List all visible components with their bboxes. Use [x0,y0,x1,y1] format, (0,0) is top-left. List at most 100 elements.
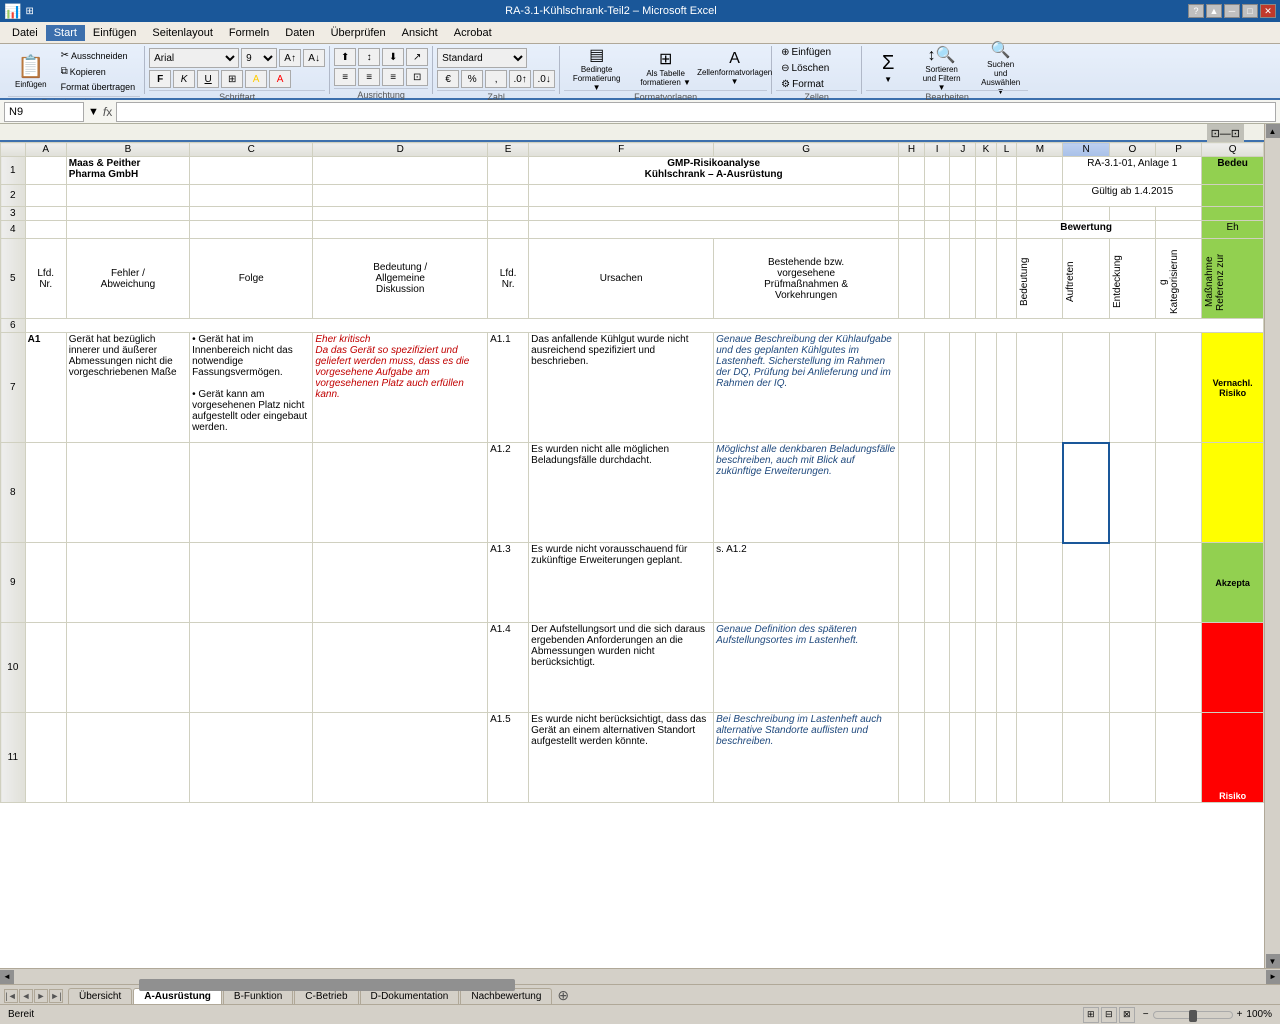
underline-button[interactable]: U [197,70,219,88]
cell-F7[interactable]: Das anfallende Kühlgut wurde nicht ausre… [529,333,714,443]
col-header-I[interactable]: I [924,143,950,157]
cell-I4[interactable] [924,221,950,239]
cell-H8[interactable] [899,443,925,543]
minimize-btn[interactable]: ─ [1224,4,1240,18]
decrease-font-btn[interactable]: A↓ [303,49,325,67]
cell-O9[interactable] [1109,543,1155,623]
cell-L7[interactable] [996,333,1017,443]
cell-Q11[interactable]: Risiko [1202,713,1264,803]
align-bottom-btn[interactable]: ⬇ [382,48,404,66]
cell-C4[interactable] [190,221,313,239]
row-header-4[interactable]: 4 [1,221,26,239]
cell-G5[interactable]: Bestehende bzw.vorgesehenePrüfmaßnahmen … [714,239,899,319]
italic-button[interactable]: K [173,70,195,88]
col-header-E[interactable]: E [488,143,529,157]
tab-nav-first[interactable]: |◄ [4,989,18,1003]
percent-btn[interactable]: % [461,70,483,88]
zoom-out-btn[interactable]: − [1143,1009,1149,1020]
sort-filter-button[interactable]: ↕🔍 Sortierenund Filtern ▼ [914,42,969,95]
cell-N1[interactable]: RA-3.1-01, Anlage 1 [1063,157,1202,185]
row-header-2[interactable]: 2 [1,185,26,207]
cell-Q1[interactable]: Bedeu [1202,157,1264,185]
cell-I2[interactable] [924,185,950,207]
cell-N9[interactable] [1063,543,1109,623]
cell-H7[interactable] [899,333,925,443]
col-header-M[interactable]: M [1017,143,1063,157]
cell-C9[interactable] [190,543,313,623]
cell-D5[interactable]: Bedeutung /AllgemeineDiskussion [313,239,488,319]
font-size-select[interactable]: 9 [241,48,277,68]
cell-M2[interactable] [1017,185,1063,207]
row-header-5[interactable]: 5 [1,239,26,319]
font-color-button[interactable]: A [269,70,291,88]
cut-button[interactable]: ✂ Ausschneiden [56,48,141,63]
cell-P9[interactable] [1155,543,1201,623]
merge-btn[interactable]: ⊡ [406,68,428,86]
scroll-left-btn[interactable]: ◄ [0,970,14,984]
cell-F2[interactable] [529,185,899,207]
font-select[interactable]: Arial [149,48,239,68]
cell-G9[interactable]: s. A1.2 [714,543,899,623]
cell-Q8[interactable] [1202,443,1264,543]
align-top-btn[interactable]: ⬆ [334,48,356,66]
cell-N7[interactable] [1063,333,1109,443]
cell-K10[interactable] [976,623,997,713]
cell-N5[interactable]: Auftreten [1063,239,1109,319]
cell-styles-button[interactable]: A Zellenformatvorlagen ▼ [702,47,767,89]
increase-font-btn[interactable]: A↑ [279,49,301,67]
col-header-N[interactable]: N [1063,143,1109,157]
cell-K5[interactable] [976,239,997,319]
cell-C10[interactable] [190,623,313,713]
cell-G11[interactable]: Bei Beschreibung im Lastenheft auch alte… [714,713,899,803]
sheet-tab-uebersicht[interactable]: Übersicht [68,988,132,1004]
col-header-G[interactable]: G [714,143,899,157]
cell-K11[interactable] [976,713,997,803]
cell-E3[interactable] [488,207,529,221]
cell-A11[interactable] [25,713,66,803]
cell-K7[interactable] [976,333,997,443]
cell-Q2[interactable] [1202,185,1264,207]
cell-M5[interactable]: Bedeutung [1017,239,1063,319]
decrease-decimal-btn[interactable]: .0↓ [533,70,555,88]
col-header-L[interactable]: L [996,143,1017,157]
col-header-Q[interactable]: Q [1202,143,1264,157]
restore-btn[interactable]: □ [1242,4,1258,18]
cell-E5[interactable]: Lfd.Nr. [488,239,529,319]
cell-D9[interactable] [313,543,488,623]
cell-M8[interactable] [1017,443,1063,543]
page-layout-btn[interactable]: ⊟ [1101,1007,1117,1023]
cell-L8[interactable] [996,443,1017,543]
menu-start[interactable]: Start [46,25,85,41]
col-header-A[interactable]: A [25,143,66,157]
cell-J11[interactable] [950,713,976,803]
align-left-btn[interactable]: ≡ [334,68,356,86]
cell-F3[interactable] [529,207,899,221]
add-sheet-btn[interactable]: ⊕ [553,987,573,1004]
cell-L2[interactable] [996,185,1017,207]
cell-B3[interactable] [66,207,189,221]
cell-I11[interactable] [924,713,950,803]
cell-J2[interactable] [950,185,976,207]
cell-E9[interactable]: A1.3 [488,543,529,623]
cell-L1[interactable] [996,157,1017,185]
cell-C5[interactable]: Folge [190,239,313,319]
cell-K4[interactable] [976,221,997,239]
cell-F11[interactable]: Es wurde nicht berücksichtigt, dass das … [529,713,714,803]
h-scrollbar-thumb[interactable] [139,979,515,991]
row-header-10[interactable]: 10 [1,623,26,713]
cell-O11[interactable] [1109,713,1155,803]
cell-O8[interactable] [1109,443,1155,543]
bold-button[interactable]: F [149,70,171,88]
cell-J4[interactable] [950,221,976,239]
cell-H2[interactable] [899,185,925,207]
menu-einfuegen[interactable]: Einfügen [85,25,144,41]
cell-B8[interactable] [66,443,189,543]
cell-A3[interactable] [25,207,66,221]
cell-B7[interactable]: Gerät hat bezüglich innerer und äußerer … [66,333,189,443]
close-btn[interactable]: ✕ [1260,4,1276,18]
cell-L3[interactable] [996,207,1017,221]
cell-B1[interactable]: Maas & PeitherPharma GmbH [66,157,189,185]
cell-D11[interactable] [313,713,488,803]
cell-M1[interactable] [1017,157,1063,185]
menu-seitenlayout[interactable]: Seitenlayout [144,25,221,41]
